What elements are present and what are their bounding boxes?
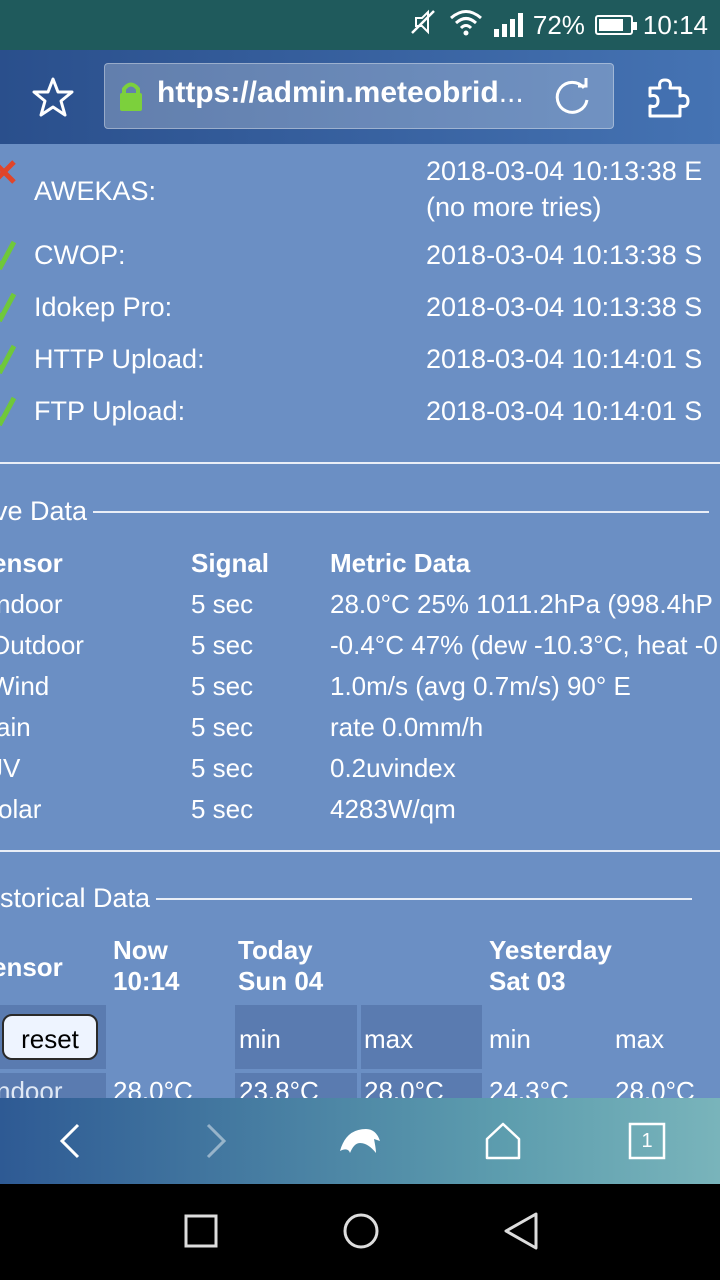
ok-check-icon bbox=[0, 396, 17, 427]
sensor-name: ain bbox=[0, 712, 31, 742]
hist-header-sensor: ensor bbox=[0, 952, 63, 982]
metric-value: 4283W/qm bbox=[330, 794, 456, 824]
metric-value: 28.0°C 25% 1011.2hPa (998.4hP bbox=[330, 589, 713, 619]
hist-row-yest-min: 24.3°C bbox=[489, 1076, 569, 1098]
signal-value: 5 sec bbox=[191, 712, 254, 742]
today-max-label: max bbox=[364, 1024, 414, 1054]
forward-icon[interactable] bbox=[190, 1116, 240, 1166]
lock-icon bbox=[119, 80, 143, 112]
today-min-label: min bbox=[239, 1024, 281, 1054]
hist-row-now: 28.0°C bbox=[113, 1076, 193, 1098]
tab-count: 1 bbox=[641, 1129, 653, 1152]
browser-toolbar: 1 bbox=[0, 1098, 720, 1184]
live-data-title: ive Data bbox=[0, 496, 88, 526]
sensor-name: JV bbox=[0, 753, 21, 783]
url-field[interactable]: https://admin.meteobrid... bbox=[104, 63, 614, 129]
metric-value: rate 0.0mm/h bbox=[330, 712, 484, 742]
hist-header-yesterday-date: Sat 03 bbox=[489, 966, 566, 996]
service-name: CWOP: bbox=[34, 240, 126, 270]
sensor-name: Outdoor bbox=[0, 630, 84, 660]
historical-data-title: listorical Data bbox=[0, 883, 151, 913]
signal-value: 5 sec bbox=[191, 671, 254, 701]
legend-line bbox=[156, 897, 693, 900]
sensor-name: Wind bbox=[0, 671, 50, 701]
col-header-signal: Signal bbox=[191, 548, 270, 578]
service-name: AWEKAS: bbox=[34, 176, 157, 206]
back-icon[interactable] bbox=[46, 1116, 96, 1166]
hist-header-now-time: 10:14 bbox=[113, 966, 180, 996]
legend-line bbox=[93, 510, 710, 513]
col-header-metric: Metric Data bbox=[330, 548, 471, 578]
wifi-icon bbox=[448, 7, 484, 44]
col-header-sensor: ensor bbox=[0, 548, 63, 578]
home-nav-icon[interactable] bbox=[336, 1206, 386, 1256]
yesterday-min-label: min bbox=[489, 1024, 531, 1054]
browser-address-bar: https://admin.meteobrid... bbox=[0, 50, 720, 144]
hist-header-today: Today bbox=[238, 935, 313, 965]
service-name: HTTP Upload: bbox=[34, 344, 205, 374]
tabs-icon[interactable]: 1 bbox=[622, 1116, 672, 1166]
sensor-name: ndoor bbox=[0, 589, 63, 619]
service-name: Idokep Pro: bbox=[34, 292, 173, 322]
divider bbox=[0, 462, 720, 464]
service-name: FTP Upload: bbox=[34, 396, 186, 426]
divider bbox=[0, 850, 720, 852]
hist-row-sensor: ndoor bbox=[0, 1076, 63, 1098]
cell-signal-icon bbox=[493, 13, 523, 37]
hist-row-yest-max: 28.0°C bbox=[615, 1076, 695, 1098]
metric-value: 0.2uvindex bbox=[330, 753, 456, 783]
reload-icon[interactable] bbox=[551, 76, 593, 118]
metric-value: 1.0m/s (avg 0.7m/s) 90° E bbox=[330, 671, 631, 701]
dolphin-icon[interactable] bbox=[334, 1116, 384, 1166]
service-status: 2018-03-04 10:13:38 S bbox=[426, 292, 703, 322]
hist-header-yesterday: Yesterday bbox=[489, 935, 612, 965]
ok-check-icon bbox=[0, 240, 17, 271]
service-status: 2018-03-04 10:14:01 S bbox=[426, 344, 703, 374]
signal-value: 5 sec bbox=[191, 589, 254, 619]
signal-value: 5 sec bbox=[191, 753, 254, 783]
hist-row-today-max: 28.0°C bbox=[364, 1076, 444, 1098]
hist-header-today-date: Sun 04 bbox=[238, 966, 324, 996]
service-status-note: (no more tries) bbox=[426, 192, 602, 222]
ok-check-icon bbox=[0, 292, 17, 323]
fail-x-icon bbox=[0, 156, 16, 186]
historical-data-legend: listorical Data bbox=[0, 883, 693, 914]
signal-value: 5 sec bbox=[191, 630, 254, 660]
home-icon[interactable] bbox=[478, 1116, 528, 1166]
service-status: 2018-03-04 10:14:01 S bbox=[426, 396, 703, 426]
mute-icon bbox=[408, 7, 438, 44]
extension-puzzle-icon[interactable] bbox=[644, 74, 690, 120]
page-content: AWEKAS: 2018-03-04 10:13:38 E (no more t… bbox=[0, 144, 720, 1098]
signal-value: 5 sec bbox=[191, 794, 254, 824]
battery-icon bbox=[594, 15, 637, 35]
sensor-name: olar bbox=[0, 794, 42, 824]
service-status: 2018-03-04 10:13:38 S bbox=[426, 240, 703, 270]
system-nav-bar bbox=[0, 1184, 720, 1280]
service-status: 2018-03-04 10:13:38 E bbox=[426, 156, 703, 186]
hist-header-now: Now bbox=[113, 935, 168, 965]
back-nav-icon[interactable] bbox=[496, 1206, 546, 1256]
status-bar: 72% 10:14 bbox=[0, 0, 720, 50]
recent-apps-icon[interactable] bbox=[176, 1206, 226, 1256]
clock: 10:14 bbox=[642, 9, 708, 40]
metric-value: -0.4°C 47% (dew -10.3°C, heat -0 bbox=[330, 630, 718, 660]
url-text: https://admin.meteobrid... bbox=[157, 76, 524, 109]
hist-row-today-min: 23.8°C bbox=[239, 1076, 319, 1098]
yesterday-max-label: max bbox=[615, 1024, 665, 1054]
bookmark-star-icon[interactable] bbox=[30, 74, 76, 120]
battery-percent: 72% bbox=[532, 9, 585, 40]
ok-check-icon bbox=[0, 344, 17, 375]
live-data-legend: ive Data bbox=[0, 496, 710, 527]
reset-button[interactable]: reset bbox=[2, 1014, 98, 1060]
